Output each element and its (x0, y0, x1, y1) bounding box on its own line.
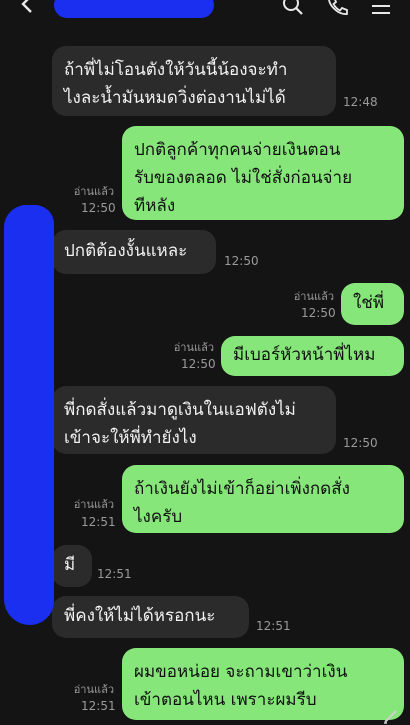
message-bubble-incoming[interactable]: ปกติต้องงั้นแหละ (52, 230, 216, 274)
back-arrow-icon[interactable] (18, 0, 38, 14)
edit-icon[interactable] (382, 707, 400, 725)
read-receipt: อ่านแล้ว (73, 683, 114, 696)
read-receipt: อ่านแล้ว (73, 498, 114, 511)
message-time: 12:51 (256, 619, 291, 633)
message-bubble-outgoing[interactable]: มีเบอร์หัวหน้าพี่ไหม (221, 336, 404, 376)
message-time: 12:51 (81, 515, 116, 529)
message-bubble-incoming[interactable]: พี่กดสั่งแล้วมาดูเงินในแอฟตังไม่ เข้าจะใ… (52, 386, 336, 454)
message-time: 12:50 (343, 436, 378, 450)
message-time: 12:50 (224, 254, 259, 268)
read-receipt: อ่านแล้ว (73, 185, 114, 198)
message-bubble-incoming[interactable]: พี่คงให้ไม่ได้หรอกนะ (52, 596, 249, 638)
read-receipt: อ่านแล้ว (173, 341, 214, 354)
message-time: 12:50 (81, 201, 116, 215)
phone-icon[interactable] (326, 0, 348, 16)
read-receipt: อ่านแล้ว (293, 290, 334, 303)
message-time: 12:50 (181, 357, 216, 371)
message-bubble-outgoing[interactable]: ปกติลูกค้าทุกคนจ่ายเงินตอน รับของตลอด ไม… (122, 126, 404, 220)
message-bubble-outgoing[interactable]: ใช่พี่ (341, 283, 404, 325)
message-time: 12:48 (343, 95, 378, 109)
menu-icon[interactable] (370, 0, 392, 16)
redacted-avatar-column (4, 205, 54, 625)
message-bubble-incoming[interactable]: มี (52, 545, 92, 587)
redacted-contact-name (54, 0, 214, 18)
search-icon[interactable] (282, 0, 304, 16)
message-bubble-outgoing[interactable]: ผมขอหน่อย จะถามเขาว่าเงิน เข้าตอนไหน เพร… (122, 648, 404, 720)
message-time: 12:51 (97, 567, 132, 581)
message-time: 12:50 (301, 306, 336, 320)
message-bubble-outgoing[interactable]: ถ้าเงินยังไม่เข้าก็อย่าเพิ่งกดสั่ง ไงครั… (122, 465, 404, 533)
message-time: 12:51 (81, 699, 116, 713)
message-bubble-incoming[interactable]: ถ้าพี่ไม่โอนตังให้วันนี้น้องจะทำ ไงละน้ำ… (52, 46, 336, 116)
